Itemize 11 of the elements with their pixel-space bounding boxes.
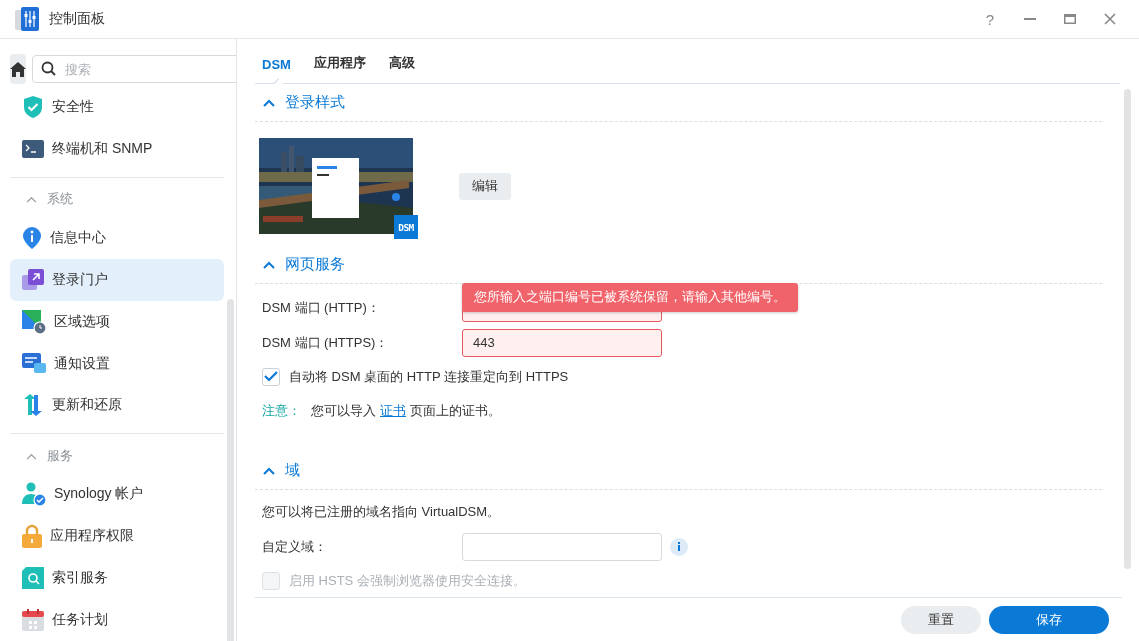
description-text: 您可以将已注册的域名指向 VirtualDSM。 bbox=[261, 503, 502, 521]
note-label: 注意： bbox=[262, 401, 301, 420]
dsm-badge: DSM bbox=[394, 215, 418, 239]
checkbox-label: 启用 HSTS 会强制浏览器使用安全连接。 bbox=[289, 571, 526, 590]
note-text: 您可以导入 证书 页面上的证书。 bbox=[311, 401, 501, 420]
error-tooltip: 您所输入之端口编号已被系统保留，请输入其他编号。 bbox=[462, 283, 798, 312]
field-label: DSM 端口 (HTTPS)： bbox=[262, 333, 390, 352]
checkbox-label: 自动将 DSM 桌面的 HTTP 连接重定向到 HTTPS bbox=[289, 367, 569, 386]
window-title: 控制面板 bbox=[49, 10, 106, 28]
field-label: DSM 端口 (HTTP)： bbox=[262, 298, 381, 317]
field-label: 自定义域： bbox=[262, 537, 328, 556]
